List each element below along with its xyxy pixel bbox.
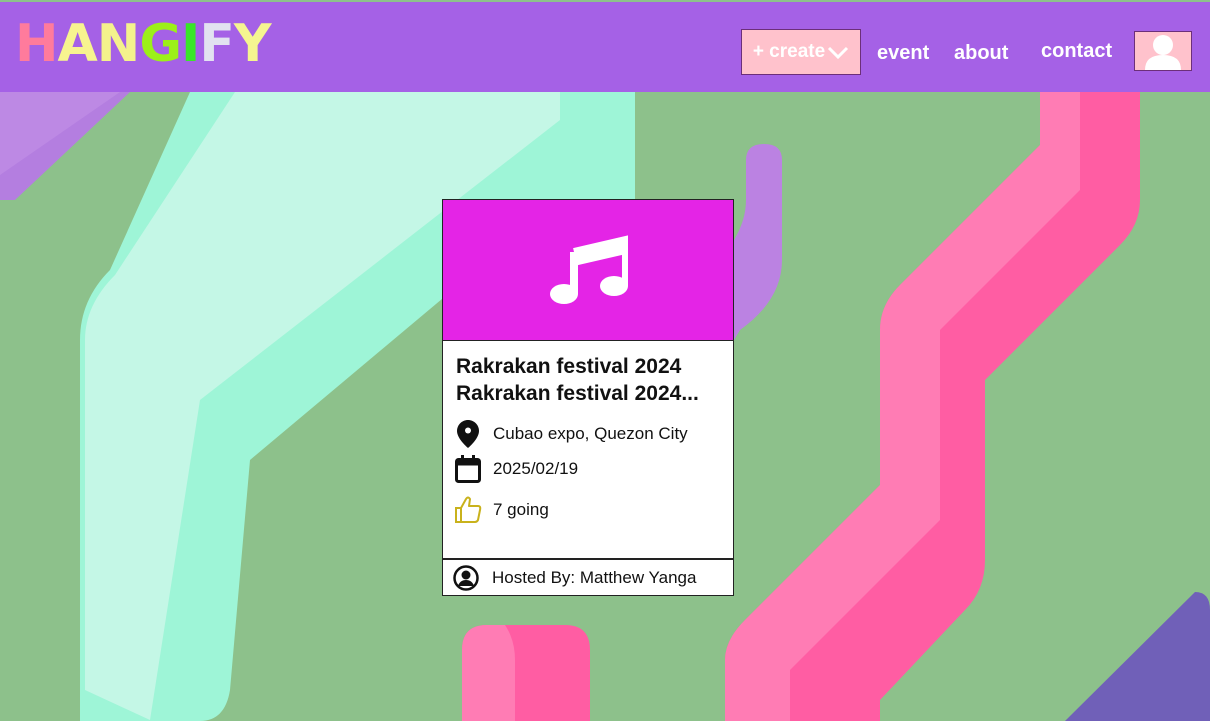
nav-links: + create event about contact xyxy=(0,2,1210,92)
event-date: 2025/02/19 xyxy=(493,459,579,478)
nav-about-link[interactable]: about xyxy=(954,42,1008,65)
event-title: Rakrakan festival 2024 Rakrakan festival… xyxy=(456,353,721,407)
event-location: Cubao expo, Quezon City xyxy=(493,424,688,443)
event-host: Hosted By: Matthew Yanga xyxy=(492,567,697,587)
calendar-icon xyxy=(450,455,486,483)
location-pin-icon xyxy=(450,420,486,448)
account-circle-icon xyxy=(448,564,484,591)
event-going-count: 7 going xyxy=(493,500,549,519)
event-host-footer: Hosted By: Matthew Yanga xyxy=(443,558,733,595)
nav-event-link[interactable]: event xyxy=(877,42,929,65)
event-card[interactable]: Rakrakan festival 2024 Rakrakan festival… xyxy=(442,199,734,596)
music-note-icon xyxy=(550,235,628,304)
event-date-row: 2025/02/19 xyxy=(450,455,578,483)
event-title-line2: Rakrakan festival 2024... xyxy=(456,382,699,405)
top-navbar: HANGIFY + create event about contact xyxy=(0,2,1210,92)
nav-contact-link[interactable]: contact xyxy=(1041,40,1112,63)
event-going-row: 7 going xyxy=(450,496,549,524)
profile-avatar-button[interactable] xyxy=(1134,31,1192,71)
event-title-line1: Rakrakan festival 2024 xyxy=(456,355,682,378)
event-card-image xyxy=(443,200,733,341)
event-location-row: Cubao expo, Quezon City xyxy=(450,420,688,448)
thumbs-up-icon[interactable] xyxy=(450,496,486,524)
user-icon xyxy=(1145,35,1181,70)
chevron-down-icon xyxy=(828,46,849,60)
create-dropdown-button[interactable]: + create xyxy=(741,29,861,75)
create-label: + create xyxy=(752,41,826,62)
